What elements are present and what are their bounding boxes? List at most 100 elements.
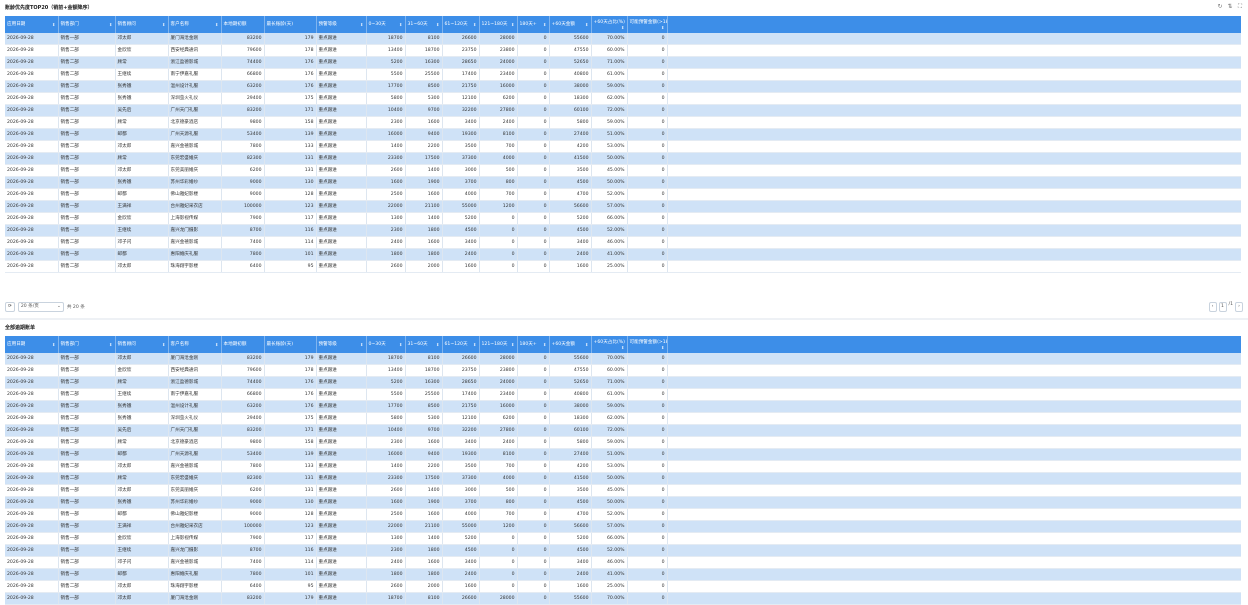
table-row[interactable]: 2026-09-28 销售二部 邓太郎 珠海翔宇影楼 6400 95 重点跟进 2600 200… — [5, 260, 1241, 273]
refresh-icon[interactable]: ⟳ — [5, 302, 15, 312]
sort-icon[interactable]: ⬍ — [585, 22, 588, 27]
column-header[interactable]: +60天占比(%) ⬍ — [591, 336, 628, 353]
prev-page-button[interactable]: ‹ — [1208, 302, 1217, 312]
column-header[interactable]: 销售部门 ⬍ — [58, 336, 116, 353]
table-row[interactable]: 2026-09-28 销售一部 邮都 广州天源礼服 53400 139 重点跟进 16000 9… — [5, 448, 1241, 461]
sort-icon[interactable]: ⬍ — [661, 345, 664, 350]
sort-icon[interactable]: ⬍ — [661, 25, 664, 30]
column-header[interactable]: 180天+ ⬍ — [517, 16, 550, 33]
sort-icon[interactable]: ⬍ — [621, 25, 624, 30]
column-header[interactable]: 最长账龄(天) — [264, 16, 317, 33]
column-header[interactable]: +60天占比(%) ⬍ — [591, 16, 628, 33]
column-header[interactable]: +60天金额 ⬍ — [549, 336, 592, 353]
column-header[interactable]: 销售顾问 ⬍ — [115, 336, 169, 353]
table-row[interactable]: 2026-09-28 销售二部 邓子闪 嘉兴金禧影城 7400 114 重点跟进 2400 16… — [5, 556, 1241, 569]
table-row[interactable]: 2026-09-28 销售二部 邓太郎 珠海翔宇影楼 6400 95 重点跟进 2600 200… — [5, 580, 1241, 593]
column-header[interactable]: 可能预警金额(>180天)⬍ — [627, 16, 668, 33]
column-header[interactable]: 可能预警金额(>180天)⬍ — [627, 336, 668, 353]
sort-icon[interactable]: ⬍ — [585, 342, 588, 347]
refresh-icon[interactable]: ↻ — [1217, 3, 1223, 11]
sort-icon[interactable]: ⬍ — [511, 342, 514, 347]
sort-icon[interactable]: ⬍ — [543, 342, 546, 347]
sort-icon[interactable]: ⬍ — [52, 342, 55, 347]
table-row[interactable]: 2026-09-28 销售一部 邮都 惠阳婚庆礼服 7800 101 重点跟进 1800 180… — [5, 248, 1241, 261]
table-row[interactable]: 2026-09-28 销售一部 邓太郎 厦门海沧金刚 83200 179 重点跟进 18700… — [5, 592, 1241, 605]
table-row[interactable]: 2026-09-28 销售二部 顾常 北京德豪酒店 9800 158 重点跟进 2300 160… — [5, 116, 1241, 129]
table-row[interactable]: 2026-09-28 销售一部 金欣欣 上海影视传媒 7900 117 重点跟进 1300 14… — [5, 532, 1241, 545]
sort-icon[interactable]: ⬍ — [215, 342, 218, 347]
sort-icon[interactable]: ⬍ — [162, 342, 165, 347]
table-row[interactable]: 2026-09-28 销售二部 金欣欣 西安经典通讯 79600 178 重点跟进 13400… — [5, 44, 1241, 57]
sort-icon[interactable]: ⬍ — [360, 342, 363, 347]
table-row[interactable]: 2026-09-28 销售二部 顾常 浙江盈德影城 74400 176 重点跟进 5200 16… — [5, 376, 1241, 389]
column-header[interactable]: 应用日期 ⬍ — [5, 16, 59, 33]
sort-icon[interactable]: ⬍ — [399, 342, 402, 347]
column-header[interactable]: 180天+ ⬍ — [517, 336, 550, 353]
table-row[interactable]: 2026-09-28 销售二部 金欣欣 西安经典通讯 79600 178 重点跟进 13400… — [5, 364, 1241, 377]
column-header[interactable]: 预警等级 ⬍ — [316, 336, 367, 353]
table-row[interactable]: 2026-09-28 销售二部 顾常 北京德豪酒店 9800 158 重点跟进 2300 160… — [5, 436, 1241, 449]
table-row[interactable]: 2026-09-28 销售二部 邓太郎 嘉兴金禧影城 7800 133 重点跟进 1400 22… — [5, 140, 1241, 153]
table-row[interactable]: 2026-09-28 销售一部 张秀娥 苏州华彩婚纱 9000 130 重点跟进 1600 19… — [5, 176, 1241, 189]
column-header[interactable]: 最长账龄(天) — [264, 336, 317, 353]
sort-icon[interactable]: ⬍ — [436, 22, 439, 27]
sort-icon[interactable]: ⬍ — [399, 22, 402, 27]
sort-icon[interactable]: ⬍ — [360, 22, 363, 27]
column-header[interactable]: 31~60天 ⬍ — [405, 16, 443, 33]
table-row[interactable]: 2026-09-28 销售一部 邓太郎 厦门海沧金刚 83200 179 重点跟进 18700… — [5, 353, 1241, 365]
sort-icon[interactable]: ⬍ — [473, 342, 476, 347]
table-row[interactable]: 2026-09-28 销售一部 邓太郎 东莞美丽婚庆 6200 131 重点跟进 2600 14… — [5, 164, 1241, 177]
table-row[interactable]: 2026-09-28 销售二部 邓子闪 嘉兴金禧影城 7400 114 重点跟进 2400 16… — [5, 236, 1241, 249]
table-row[interactable]: 2026-09-28 销售二部 张秀娥 温州设计礼服 63200 176 重点跟进 17700… — [5, 400, 1241, 413]
sort-icon[interactable]: ⬍ — [52, 22, 55, 27]
column-header[interactable]: 应用日期 ⬍ — [5, 336, 59, 353]
column-header[interactable]: 客户名称 ⬍ — [168, 16, 222, 33]
column-header[interactable]: 31~60天 ⬍ — [405, 336, 443, 353]
sort-icon[interactable]: ⬍ — [215, 22, 218, 27]
fullscreen-icon[interactable]: ⛶ — [1237, 3, 1243, 11]
table-row[interactable]: 2026-09-28 销售二部 吴先后 广州天门礼服 83200 171 重点跟进 10400… — [5, 424, 1241, 437]
sort-icon[interactable]: ⬍ — [621, 345, 624, 350]
next-page-button[interactable]: › — [1235, 302, 1243, 312]
table-row[interactable]: 2026-09-28 销售二部 张秀娥 深圳萤火礼仪 29400 175 重点跟进 5800 5… — [5, 92, 1241, 105]
table-row[interactable]: 2026-09-28 销售二部 吴先后 广州天门礼服 83200 171 重点跟进 10400… — [5, 104, 1241, 117]
table-row[interactable]: 2026-09-28 销售一部 王满祥 台州雅妃采衣店 100000 123 重点跟进 220… — [5, 200, 1241, 213]
table-row[interactable]: 2026-09-28 销售二部 张秀娥 温州设计礼服 63200 176 重点跟进 17700… — [5, 80, 1241, 93]
column-header[interactable]: +60天金额 ⬍ — [549, 16, 592, 33]
table-row[interactable]: 2026-09-28 销售二部 顾常 浙江盈德影城 74400 176 重点跟进 5200 16… — [5, 56, 1241, 69]
table-row[interactable]: 2026-09-28 销售二部 邓太郎 嘉兴金禧影城 7800 133 重点跟进 1400 22… — [5, 460, 1241, 473]
column-header[interactable]: 销售部门 ⬍ — [58, 16, 116, 33]
sort-icon[interactable]: ⬍ — [543, 22, 546, 27]
table-row[interactable]: 2026-09-28 销售一部 邓太郎 厦门海沧金刚 83200 179 重点跟进 18700… — [5, 33, 1241, 45]
column-header[interactable]: 121~180天 ⬍ — [479, 336, 518, 353]
table-row[interactable]: 2026-09-28 销售一部 张秀娥 苏州华彩婚纱 9000 130 重点跟进 1600 19… — [5, 496, 1241, 509]
table-row[interactable]: 2026-09-28 销售一部 金欣欣 上海影视传媒 7900 117 重点跟进 1300 14… — [5, 212, 1241, 225]
column-header[interactable]: 预警等级 ⬍ — [316, 16, 367, 33]
column-header[interactable]: 客户名称 ⬍ — [168, 336, 222, 353]
column-header[interactable]: 本地期初额 — [221, 16, 265, 33]
sort-icon[interactable]: ⬍ — [473, 22, 476, 27]
table-row[interactable]: 2026-09-28 销售一部 王继续 嘉兴龙门摄影 8700 116 重点跟进 2300 18… — [5, 544, 1241, 557]
table-row[interactable]: 2026-09-28 销售一部 邮都 佛山雅妃影楼 9000 128 重点跟进 2500 160… — [5, 188, 1241, 201]
table-row[interactable]: 2026-09-28 销售一部 王继续 嘉兴龙门摄影 8700 116 重点跟进 2300 18… — [5, 224, 1241, 237]
sort-icon[interactable]: ⬍ — [109, 22, 112, 27]
sort-icon[interactable]: ⬍ — [162, 22, 165, 27]
column-header[interactable]: 0~30天 ⬍ — [366, 336, 406, 353]
page-size-select[interactable]: 20 条/页 ⌄ — [17, 302, 64, 312]
column-header[interactable]: 61~120天 ⬍ — [442, 16, 480, 33]
export-icon[interactable]: ⇅ — [1227, 3, 1233, 11]
table-row[interactable]: 2026-09-28 销售二部 王继续 南宁伊嘉礼服 66800 176 重点跟进 5500 2… — [5, 68, 1241, 81]
column-header[interactable]: 0~30天 ⬍ — [366, 16, 406, 33]
column-header[interactable]: 本地期初额 — [221, 336, 265, 353]
sort-icon[interactable]: ⬍ — [511, 22, 514, 27]
table-row[interactable]: 2026-09-28 销售一部 邮都 惠阳婚庆礼服 7800 101 重点跟进 1800 180… — [5, 568, 1241, 581]
column-header[interactable]: 61~120天 ⬍ — [442, 336, 480, 353]
table-row[interactable]: 2026-09-28 销售二部 顾常 东莞宏盛婚庆 82300 131 重点跟进 23300 1… — [5, 472, 1241, 485]
table-row[interactable]: 2026-09-28 销售二部 顾常 东莞宏盛婚庆 82300 131 重点跟进 23300 1… — [5, 152, 1241, 165]
sort-icon[interactable]: ⬍ — [109, 342, 112, 347]
table-row[interactable]: 2026-09-28 销售一部 王满祥 台州雅妃采衣店 100000 123 重点跟进 220… — [5, 520, 1241, 533]
page-number-input[interactable]: 1 — [1218, 302, 1227, 312]
column-header[interactable]: 121~180天 ⬍ — [479, 16, 518, 33]
column-header[interactable]: 销售顾问 ⬍ — [115, 16, 169, 33]
table-row[interactable]: 2026-09-28 销售一部 邮都 广州天源礼服 53400 139 重点跟进 16000 9… — [5, 128, 1241, 141]
